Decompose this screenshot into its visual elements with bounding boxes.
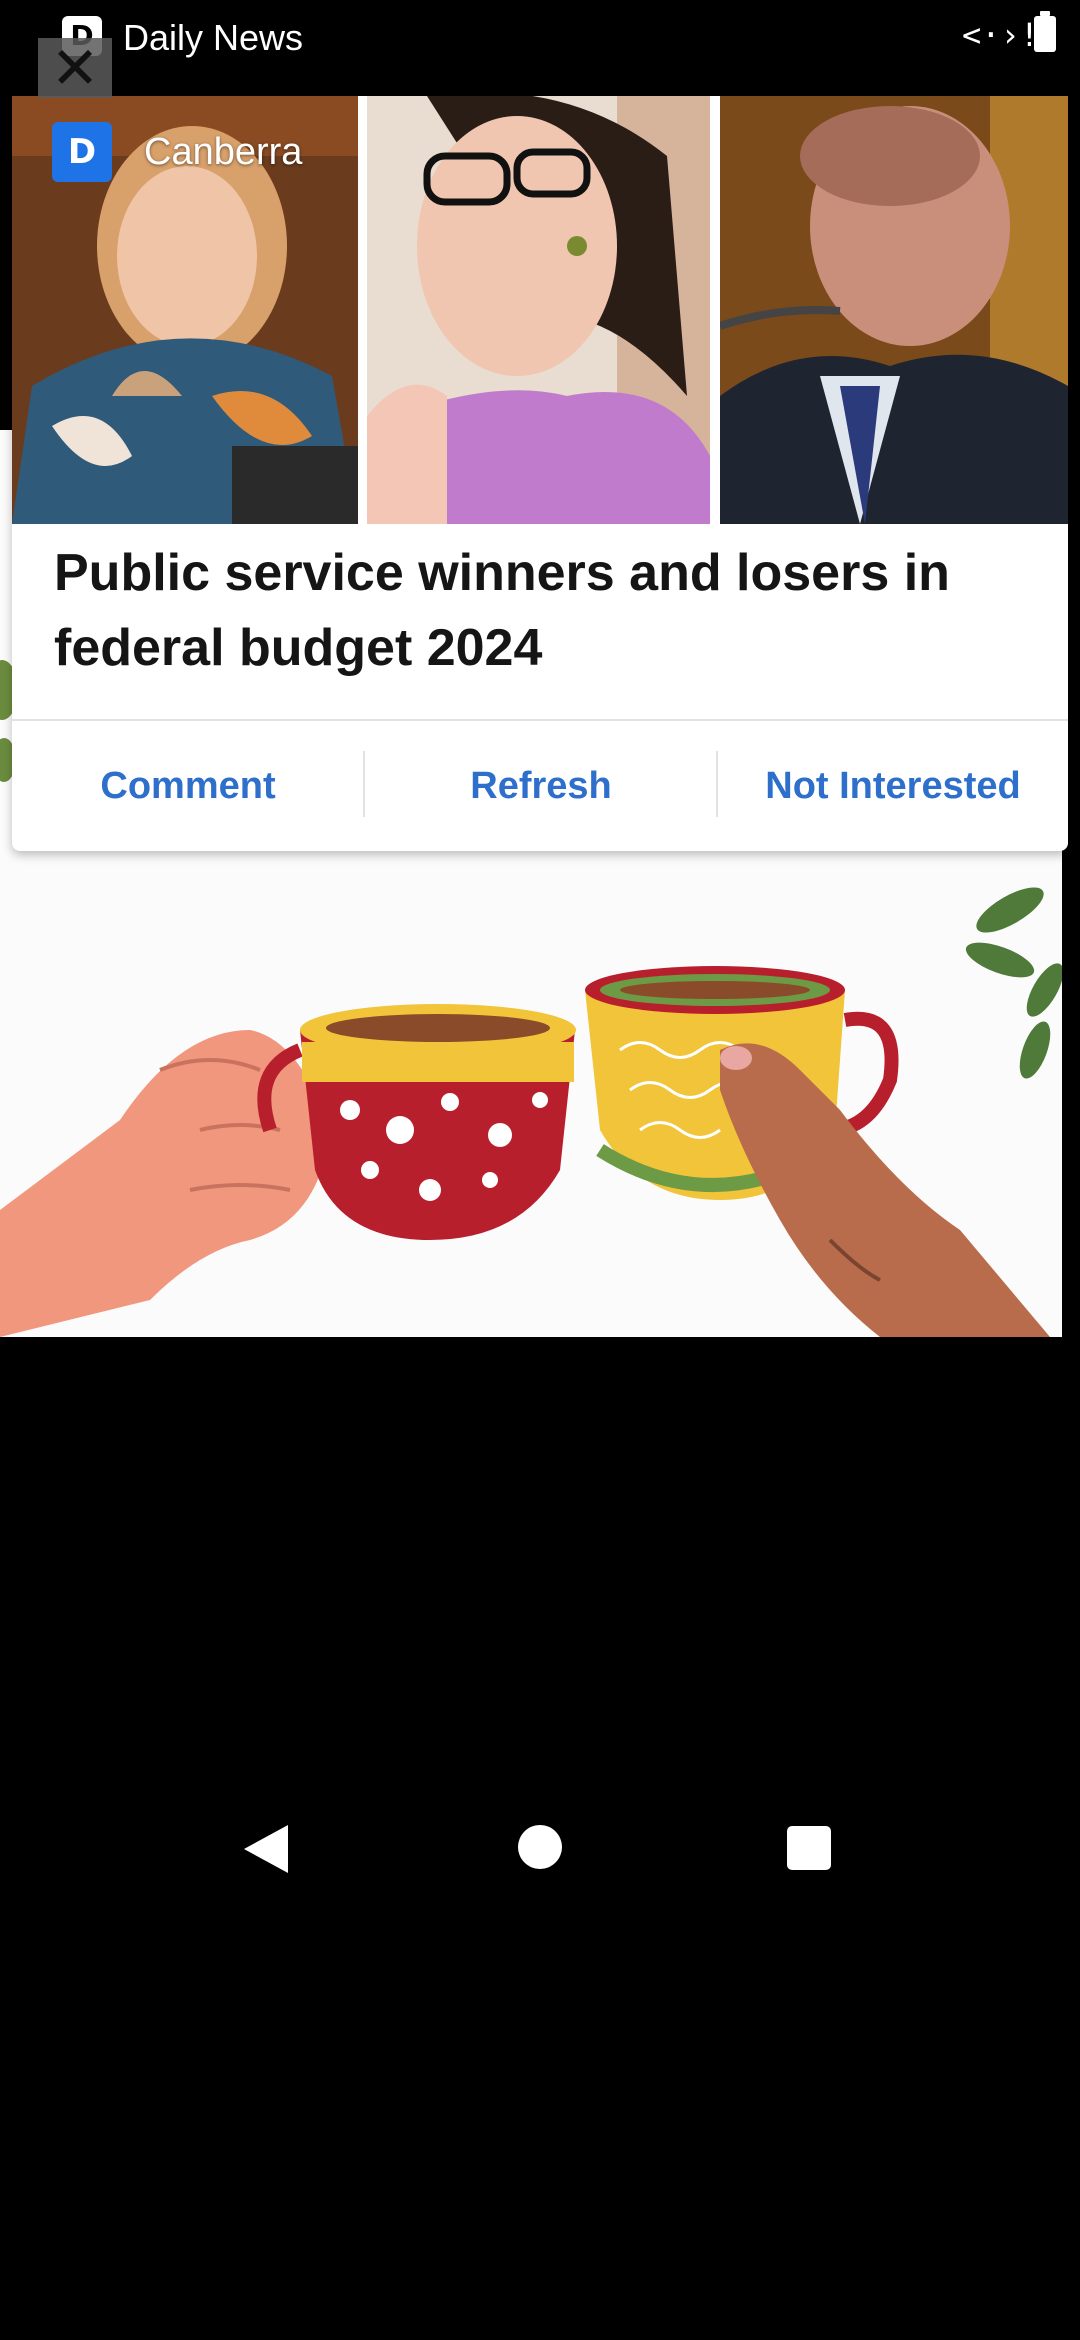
app-name: Daily News xyxy=(123,17,304,58)
photo-middle xyxy=(367,96,710,524)
headline[interactable]: Public service winners and losers in fed… xyxy=(54,536,1034,686)
not-interested-button[interactable]: Not Interested xyxy=(718,721,1068,851)
back-icon[interactable] xyxy=(244,1825,288,1873)
comment-button[interactable]: Comment xyxy=(12,721,364,851)
refresh-button[interactable]: Refresh xyxy=(365,721,717,851)
news-card[interactable]: D Canberra Public service winners and lo… xyxy=(12,96,1068,851)
close-icon[interactable]: ✕ xyxy=(38,38,112,98)
source-label: D Canberra xyxy=(52,120,302,184)
network-icon: <·›! xyxy=(962,16,1040,54)
photo-right xyxy=(720,96,1068,524)
source-name: Canberra xyxy=(144,130,303,173)
recents-icon[interactable] xyxy=(787,1826,831,1870)
daily-news-logo-icon: D xyxy=(52,122,112,182)
card-actions: Comment Refresh Not Interested xyxy=(12,721,1068,851)
home-icon[interactable] xyxy=(518,1825,562,1869)
status-bar: D Daily News <·›! xyxy=(0,0,1080,76)
battery-icon xyxy=(1034,11,1056,52)
